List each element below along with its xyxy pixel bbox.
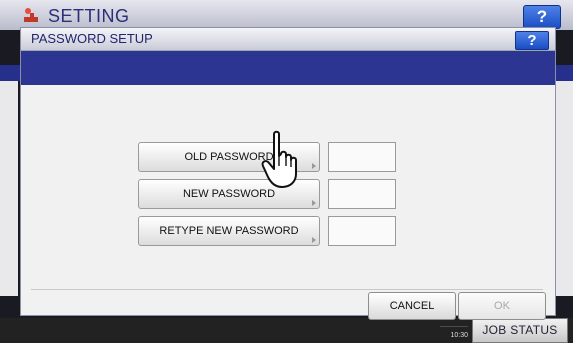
dialog-title: PASSWORD SETUP	[31, 31, 153, 46]
dialog-band	[21, 51, 555, 85]
cancel-button[interactable]: CANCEL	[368, 292, 456, 320]
app-panel-right	[555, 81, 573, 296]
new-password-field[interactable]	[328, 179, 396, 209]
retype-new-password-label: RETYPE NEW PASSWORD	[159, 225, 299, 237]
ok-button[interactable]: OK	[458, 292, 546, 320]
dialog-body: OLD PASSWORD NEW PASSWORD RETYPE NEW PAS…	[21, 85, 555, 315]
arrow-icon	[312, 163, 316, 169]
dialog-header: PASSWORD SETUP ?	[21, 28, 555, 51]
job-status-button[interactable]: JOB STATUS	[472, 318, 568, 343]
retype-new-password-button[interactable]: RETYPE NEW PASSWORD	[138, 216, 320, 246]
arrow-icon	[312, 200, 316, 206]
old-password-field[interactable]	[328, 142, 396, 172]
dialog-help-button[interactable]: ?	[515, 31, 549, 50]
clock-time: 10:30	[450, 332, 468, 339]
app-help-button[interactable]: ?	[523, 5, 561, 29]
setting-logo-icon	[24, 8, 38, 22]
clock: ———— 10:30	[408, 322, 468, 340]
retype-new-password-field[interactable]	[328, 216, 396, 246]
app-title: SETTING	[48, 6, 130, 26]
app-header: SETTING ?	[0, 0, 573, 30]
hand-pointer-icon	[261, 130, 297, 188]
app-panel-left	[0, 81, 18, 296]
divider	[31, 289, 543, 290]
arrow-icon	[312, 237, 316, 243]
